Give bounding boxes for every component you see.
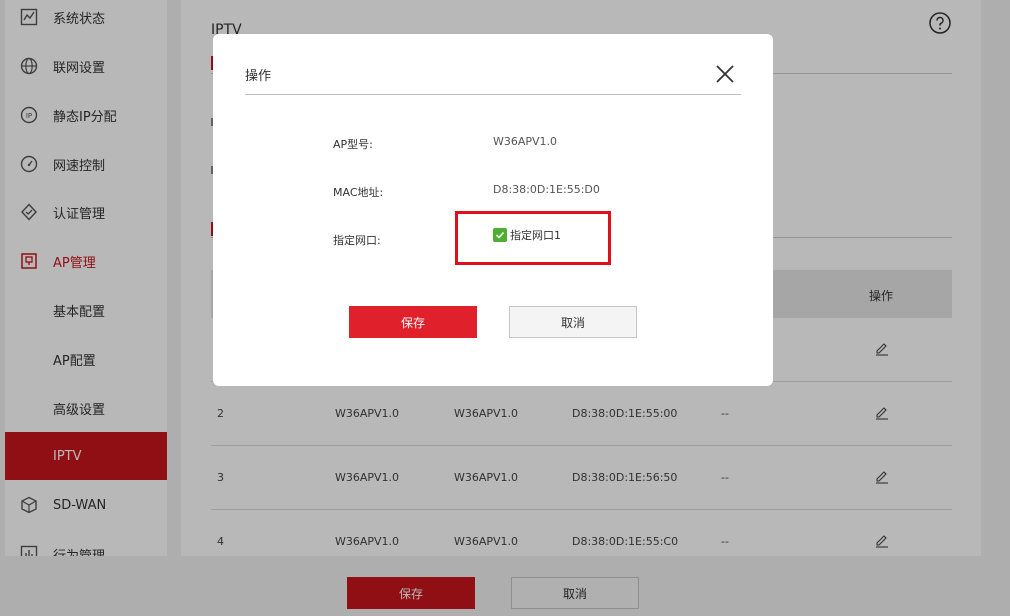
mac-address-value: D8:38:0D:1E:55:D0 xyxy=(493,183,600,196)
ap-model-value: W36APV1.0 xyxy=(493,135,558,148)
dialog-save-button[interactable]: 保存 xyxy=(349,306,477,338)
mac-address-label: MAC地址: xyxy=(333,186,384,199)
dialog-title: 操作 xyxy=(245,69,272,84)
dialog-divider xyxy=(245,94,741,95)
port-label: 指定网口: xyxy=(333,234,381,247)
highlight-box xyxy=(455,211,611,265)
ap-model-label: AP型号: xyxy=(333,138,373,151)
dialog-cancel-button[interactable]: 取消 xyxy=(509,306,637,338)
close-icon[interactable] xyxy=(713,62,737,86)
operation-dialog: 操作 AP型号: W36APV1.0 MAC地址: D8:38:0D:1E:55… xyxy=(213,34,773,386)
